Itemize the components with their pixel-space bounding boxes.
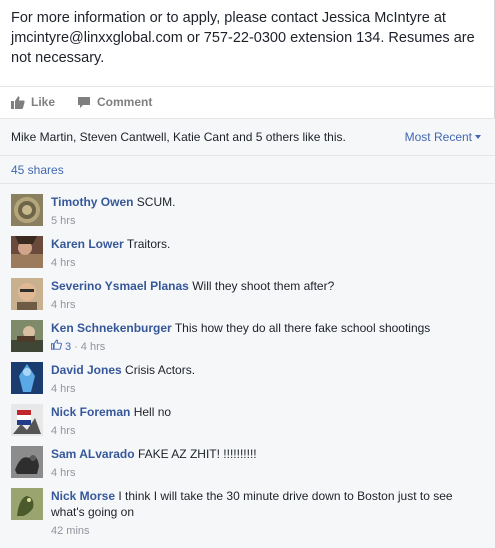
avatar[interactable] — [11, 278, 43, 310]
comment-text: FAKE AZ ZHIT! !!!!!!!!!! — [137, 447, 257, 461]
comment-time[interactable]: 4 hrs — [51, 465, 75, 481]
comment-meta: 3 · 4 hrs — [50, 339, 481, 355]
comment-author[interactable]: Ken Schnekenburger — [51, 321, 172, 335]
like-label: Like — [31, 95, 56, 109]
comment-text: Crisis Actors. — [125, 363, 196, 377]
caret-down-icon — [475, 135, 481, 139]
comment-author[interactable]: Karen Lower — [51, 237, 124, 251]
comment-author[interactable]: David Jones — [51, 363, 122, 377]
avatar[interactable] — [11, 446, 43, 478]
comment-author[interactable]: Nick Morse — [51, 489, 115, 503]
sort-dropdown[interactable]: Most Recent — [405, 130, 481, 144]
comment-body: Timothy Owen SCUM. 5 hrs — [51, 194, 481, 229]
shares-link[interactable]: 45 shares — [11, 163, 64, 177]
comment-time[interactable]: 4 hrs — [51, 423, 75, 439]
comment-like-number: 3 — [65, 341, 72, 353]
comment-text: This how they do all there fake school s… — [174, 321, 431, 335]
comment-text: Hell no — [133, 405, 172, 419]
comment-meta: 42 mins — [51, 523, 481, 539]
avatar[interactable] — [11, 404, 43, 436]
avatar[interactable] — [11, 320, 43, 352]
comment-time[interactable]: 42 mins — [51, 523, 90, 539]
comment-body: Nick Foreman Hell no 4 hrs — [51, 404, 481, 439]
divider — [0, 86, 495, 87]
comment-meta: 4 hrs — [51, 465, 481, 481]
comment-meta: 4 hrs — [51, 297, 481, 313]
likes-summary[interactable]: Mike Martin, Steven Cantwell, Katie Cant… — [11, 130, 346, 144]
comment-author[interactable]: Severino Ysmael Planas — [51, 279, 189, 293]
comment-time[interactable]: 4 hrs — [81, 339, 105, 355]
comment-time[interactable]: 4 hrs — [51, 297, 75, 313]
comment-meta: 5 hrs — [51, 213, 481, 229]
post-actions: Like Comment — [11, 92, 152, 112]
avatar[interactable] — [11, 194, 43, 226]
comment-button[interactable]: Comment — [77, 95, 152, 109]
comment-label: Comment — [97, 95, 153, 109]
comment-author[interactable]: Sam ALvarado — [51, 447, 135, 461]
likes-summary-row: Mike Martin, Steven Cantwell, Katie Cant… — [0, 118, 495, 156]
avatar[interactable] — [11, 236, 43, 268]
meta-separator: · — [74, 341, 78, 353]
avatar[interactable] — [11, 488, 43, 520]
facebook-post: For more information or to apply, please… — [0, 0, 495, 548]
comment-text: SCUM. — [136, 195, 176, 209]
comment-text: Traitors. — [126, 237, 171, 251]
sort-label: Most Recent — [404, 130, 472, 144]
comment-body: Ken Schnekenburger This how they do all … — [50, 320, 481, 355]
comment-meta: 4 hrs — [51, 423, 481, 439]
comment-body: Sam ALvarado FAKE AZ ZHIT! !!!!!!!!!! 4 … — [51, 446, 481, 481]
comment-time[interactable]: 4 hrs — [51, 255, 75, 271]
comment-body: Nick Morse I think I will take the 30 mi… — [51, 488, 481, 539]
post-text: For more information or to apply, please… — [11, 10, 475, 66]
like-button[interactable]: Like — [11, 95, 55, 109]
comments-list: Timothy Owen SCUM. 5 hrs Karen Lower Tra… — [0, 184, 495, 548]
shares-row: 45 shares — [0, 156, 495, 184]
comment-like-count[interactable]: 3 — [50, 339, 72, 355]
avatar[interactable] — [11, 362, 43, 394]
comment-time[interactable]: 5 hrs — [51, 213, 75, 229]
comment-author[interactable]: Nick Foreman — [51, 405, 130, 419]
comment-meta: 4 hrs — [51, 255, 481, 271]
speech-bubble-icon — [77, 96, 91, 109]
comment-body: David Jones Crisis Actors. 4 hrs — [51, 362, 481, 397]
comment-body: Karen Lower Traitors. 4 hrs — [51, 236, 481, 271]
thumbs-up-icon — [11, 95, 25, 109]
comment-text: Will they shoot them after? — [192, 279, 335, 293]
thumbs-up-icon — [50, 339, 62, 355]
comment-author[interactable]: Timothy Owen — [51, 195, 133, 209]
comment-meta: 4 hrs — [51, 381, 481, 397]
comment-time[interactable]: 4 hrs — [51, 381, 75, 397]
comment-body: Severino Ysmael Planas Will they shoot t… — [51, 278, 481, 313]
